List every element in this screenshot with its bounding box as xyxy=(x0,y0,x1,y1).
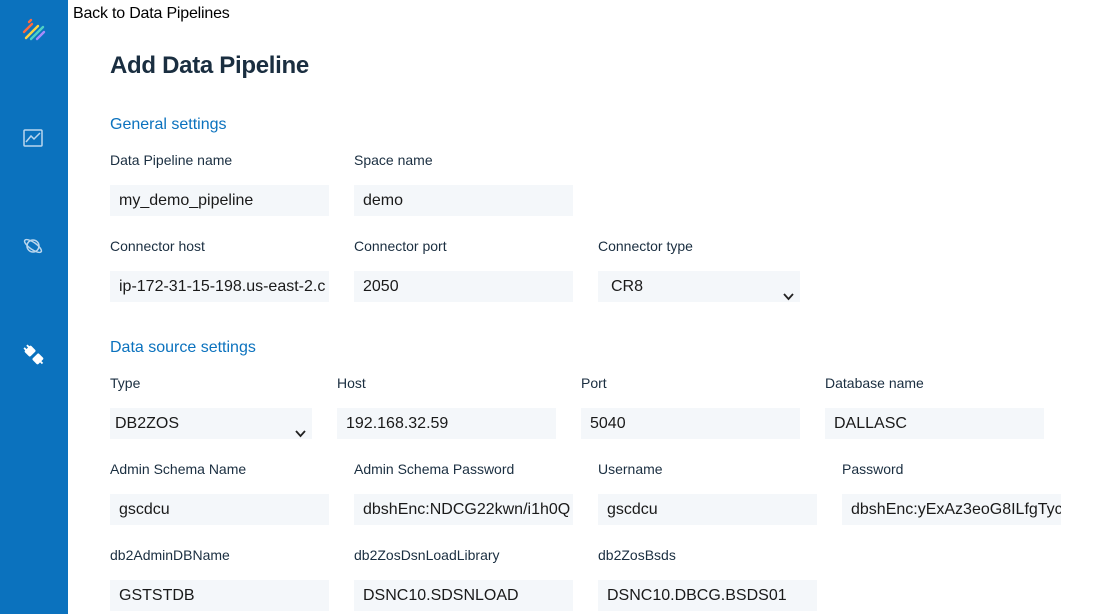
connector-host-input[interactable]: ip-172-31-15-198.us-east-2.c xyxy=(110,271,329,302)
db2-zos-dsn-load-library-input[interactable]: DSNC10.SDSNLOAD xyxy=(354,580,573,611)
admin-schema-name-field: Admin Schema Name gscdcu xyxy=(110,460,329,525)
admin-schema-password-input[interactable]: dbshEnc:NDCG22kwn/i1h0Q xyxy=(354,494,573,525)
host-label: Host xyxy=(337,375,366,391)
page-title: Add Data Pipeline xyxy=(110,52,309,79)
port-field: Port 5040 xyxy=(581,374,800,439)
db2-zos-bsds-input[interactable]: DSNC10.DBCG.BSDS01 xyxy=(598,580,817,611)
type-label: Type xyxy=(110,375,141,391)
plug-icon[interactable] xyxy=(22,343,44,365)
admin-schema-name-label: Admin Schema Name xyxy=(110,461,247,477)
pipelines-logo-icon[interactable] xyxy=(22,18,46,41)
port-input[interactable]: 5040 xyxy=(581,408,800,439)
type-select[interactable]: DB2ZOS xyxy=(110,408,312,439)
chart-icon[interactable] xyxy=(22,127,44,149)
username-field: Username gscdcu xyxy=(598,460,817,525)
connector-port-field: Connector port 2050 xyxy=(354,237,573,302)
password-field: Password dbshEnc:yExAz3eoG8ILfgTyc xyxy=(842,460,1061,525)
sidebar xyxy=(0,0,68,614)
db2-admin-db-name-field: db2AdminDBName GSTSTDB xyxy=(110,546,329,611)
main-content: Back to Data Pipelines Add Data Pipeline… xyxy=(68,0,1095,614)
host-input[interactable]: 192.168.32.59 xyxy=(337,408,556,439)
port-label: Port xyxy=(581,375,607,391)
type-value: DB2ZOS xyxy=(115,415,180,432)
connector-type-label: Connector type xyxy=(598,238,693,254)
host-field: Host 192.168.32.59 xyxy=(337,374,556,439)
connector-host-label: Connector host xyxy=(110,238,205,254)
db2-zos-dsn-load-library-field: db2ZosDsnLoadLibrary DSNC10.SDSNLOAD xyxy=(354,546,573,611)
chevron-down-icon xyxy=(783,281,794,302)
data-source-settings-title: Data source settings xyxy=(110,339,256,356)
space-name-field: Space name demo xyxy=(354,151,573,216)
connector-type-select[interactable]: CR8 xyxy=(598,271,800,302)
connector-type-value: CR8 xyxy=(611,278,644,295)
password-input[interactable]: dbshEnc:yExAz3eoG8ILfgTyc xyxy=(842,494,1061,525)
chevron-down-icon xyxy=(295,418,306,439)
connector-type-field: Connector type CR8 xyxy=(598,237,800,302)
connector-port-label: Connector port xyxy=(354,238,447,254)
planet-icon[interactable] xyxy=(22,235,44,257)
space-name-input[interactable]: demo xyxy=(354,185,573,216)
pipeline-name-field: Data Pipeline name my_demo_pipeline xyxy=(110,151,329,216)
db2-admin-db-name-label: db2AdminDBName xyxy=(110,547,230,563)
admin-schema-name-input[interactable]: gscdcu xyxy=(110,494,329,525)
admin-schema-password-field: Admin Schema Password dbshEnc:NDCG22kwn/… xyxy=(354,460,573,525)
back-to-pipelines-link[interactable]: Back to Data Pipelines xyxy=(73,5,230,23)
database-name-field: Database name DALLASC xyxy=(825,374,1044,439)
pipeline-name-label: Data Pipeline name xyxy=(110,152,233,168)
connector-port-input[interactable]: 2050 xyxy=(354,271,573,302)
password-label: Password xyxy=(842,461,904,477)
type-field: Type DB2ZOS xyxy=(110,374,312,439)
admin-schema-password-label: Admin Schema Password xyxy=(354,461,515,477)
database-name-input[interactable]: DALLASC xyxy=(825,408,1044,439)
db2-zos-bsds-field: db2ZosBsds DSNC10.DBCG.BSDS01 xyxy=(598,546,817,611)
db2-zos-dsn-load-library-label: db2ZosDsnLoadLibrary xyxy=(354,547,500,563)
pipeline-name-input[interactable]: my_demo_pipeline xyxy=(110,185,329,216)
database-name-label: Database name xyxy=(825,375,924,391)
username-input[interactable]: gscdcu xyxy=(598,494,817,525)
db2-admin-db-name-input[interactable]: GSTSTDB xyxy=(110,580,329,611)
username-label: Username xyxy=(598,461,663,477)
db2-zos-bsds-label: db2ZosBsds xyxy=(598,547,676,563)
space-name-label: Space name xyxy=(354,152,433,168)
general-settings-title: General settings xyxy=(110,116,227,133)
connector-host-field: Connector host ip-172-31-15-198.us-east-… xyxy=(110,237,329,302)
